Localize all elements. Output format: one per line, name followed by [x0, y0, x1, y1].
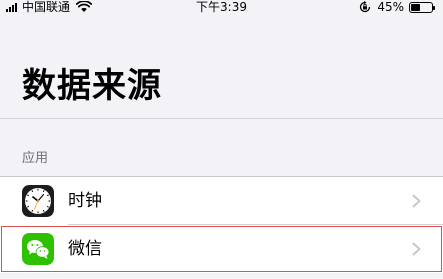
- battery-icon: [409, 1, 435, 13]
- wechat-app-icon: [22, 233, 54, 265]
- list-item-wechat[interactable]: 微信: [0, 225, 443, 273]
- status-bar: 中国联通 下午3:39 45%: [0, 0, 443, 16]
- page-title: 数据来源: [22, 66, 162, 106]
- apps-list: 时钟 微信: [0, 176, 443, 273]
- section-header-apps: 应用: [22, 151, 49, 166]
- rotation-lock-icon: [360, 1, 371, 13]
- clock-app-icon: [22, 185, 54, 217]
- battery-level: [411, 3, 420, 11]
- title-divider: [0, 118, 443, 119]
- battery-percent: 45%: [377, 0, 404, 14]
- chevron-right-icon: [412, 194, 421, 208]
- list-item-label: 时钟: [68, 191, 102, 211]
- list-item-clock[interactable]: 时钟: [0, 177, 443, 225]
- list-item-label: 微信: [68, 239, 102, 259]
- chevron-right-icon: [412, 242, 421, 256]
- status-right: 45%: [359, 0, 435, 14]
